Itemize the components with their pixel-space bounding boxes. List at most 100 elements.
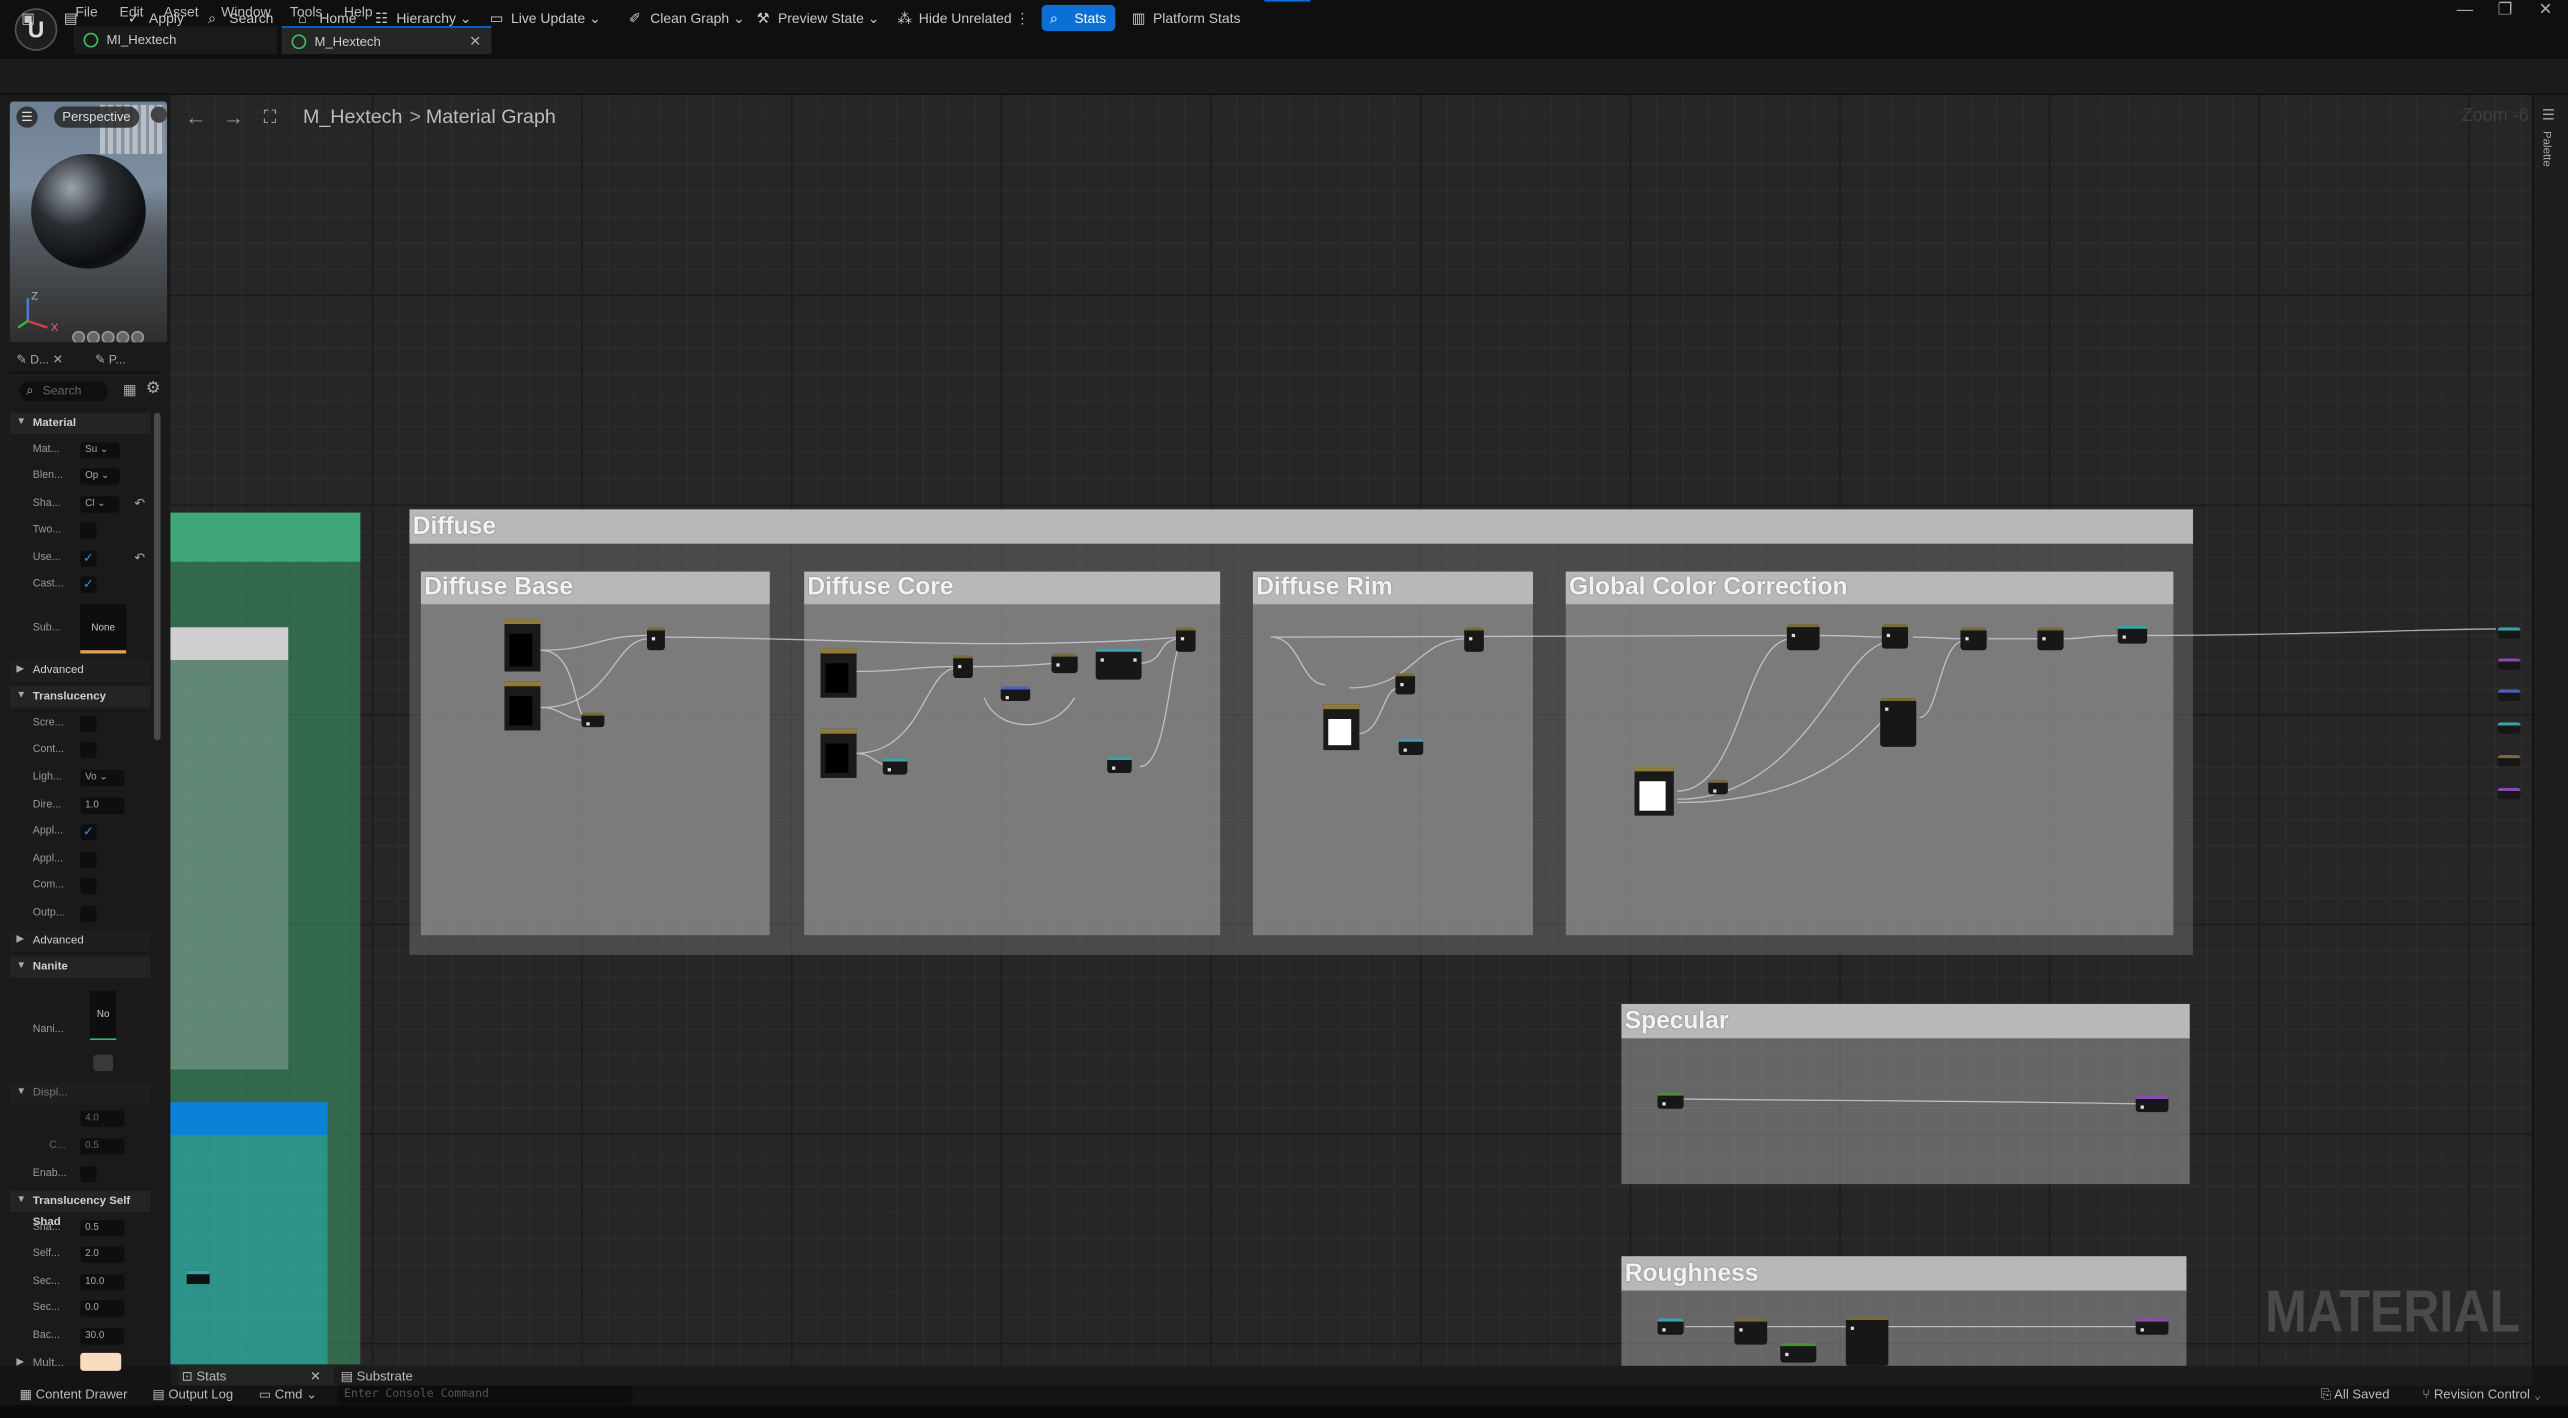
power-node[interactable] bbox=[1960, 627, 1987, 651]
section-nanite[interactable]: ▼ Nanite bbox=[9, 956, 151, 978]
directional-lighting-intensity-field[interactable]: 1.0 bbox=[80, 797, 125, 814]
tab-details[interactable]: ✎ D... ✕ bbox=[16, 349, 63, 370]
tab-parameters[interactable]: ✎ P... bbox=[95, 349, 126, 370]
platform-stats-button[interactable]: ▥ Platform Stats bbox=[1130, 5, 1241, 31]
texture-sample-node[interactable] bbox=[820, 648, 857, 698]
stats-close-icon[interactable]: ✕ bbox=[310, 1366, 321, 1387]
lerp-node[interactable] bbox=[2037, 627, 2064, 651]
enable-checkbox[interactable] bbox=[80, 1166, 97, 1183]
fresnel-node[interactable] bbox=[1395, 673, 1416, 695]
palette-tab[interactable]: Palette bbox=[2540, 131, 2551, 167]
hierarchy-dropdown[interactable]: ☷ Hierarchy ⌄ bbox=[373, 5, 471, 31]
cmd-dropdown[interactable]: ▭ Cmd ⌄ bbox=[259, 1386, 317, 1406]
reroute-node[interactable] bbox=[2497, 722, 2521, 734]
output-velocity-checkbox[interactable] bbox=[80, 905, 97, 923]
scalar-parameter-node[interactable] bbox=[1398, 738, 1424, 756]
reroute-node[interactable] bbox=[2497, 627, 2521, 639]
clamp-node[interactable] bbox=[1780, 1342, 1817, 1363]
viewport-options-icon[interactable] bbox=[150, 106, 168, 123]
color-swatch[interactable] bbox=[80, 1352, 122, 1371]
scalar-parameter-node[interactable] bbox=[1657, 1092, 1684, 1109]
subsurface-profile-thumbnail[interactable]: None bbox=[80, 604, 127, 654]
output-log-button[interactable]: ▤ Output Log bbox=[152, 1386, 233, 1406]
displacement-center-field[interactable]: 0.5 bbox=[80, 1138, 125, 1155]
live-update-dropdown[interactable]: ▭ Live Update ⌄ bbox=[488, 5, 601, 31]
screen-space-checkbox[interactable] bbox=[80, 715, 97, 733]
viewport-menu-icon[interactable]: ☰ bbox=[16, 106, 38, 128]
shape-sphere-icon[interactable] bbox=[86, 330, 100, 343]
browse-button[interactable]: ▤ bbox=[62, 5, 85, 31]
lighting-mode-dropdown[interactable]: Vo ⌄ bbox=[80, 769, 125, 787]
texture-sample-node[interactable] bbox=[820, 728, 857, 778]
shading-model-dropdown[interactable]: Cl ⌄ bbox=[80, 496, 120, 513]
all-saved-status[interactable]: ⎘ All Saved bbox=[2321, 1386, 2390, 1406]
reset-icon[interactable]: ↶ bbox=[134, 550, 145, 565]
lerp-node[interactable] bbox=[953, 655, 973, 679]
nanite-override-thumbnail[interactable]: No bbox=[90, 990, 117, 1041]
back-arrow-icon[interactable]: ← bbox=[185, 105, 206, 130]
secondary-shadow-field-1[interactable]: 10.0 bbox=[80, 1274, 125, 1291]
contact-shadows-checkbox[interactable] bbox=[80, 741, 97, 759]
home-button[interactable]: ⌂ Home bbox=[296, 5, 356, 31]
shadow-density-scale-field[interactable]: 0.5 bbox=[80, 1220, 125, 1237]
table-view-icon[interactable]: ▦ bbox=[123, 382, 137, 400]
console-input[interactable]: Enter Console Command bbox=[337, 1385, 633, 1404]
section-advanced[interactable]: ▶ Advanced bbox=[9, 660, 151, 682]
scalar-parameter-node[interactable] bbox=[1107, 756, 1132, 774]
named-reroute-node[interactable] bbox=[2135, 1318, 2169, 1335]
texture-sample-node[interactable] bbox=[504, 619, 541, 672]
close-window-button[interactable]: ✕ bbox=[2539, 2, 2553, 20]
reroute-node[interactable] bbox=[2497, 658, 2521, 670]
compute-fog-per-pixel-checkbox[interactable] bbox=[80, 877, 97, 895]
output-node[interactable] bbox=[2117, 625, 2148, 644]
multiply-node[interactable] bbox=[1734, 1318, 1768, 1345]
scalar-parameter-node[interactable] bbox=[882, 758, 908, 775]
constant-node[interactable] bbox=[1708, 779, 1728, 795]
viewport-shape-buttons[interactable] bbox=[72, 324, 165, 343]
displacement-magnitude-field[interactable]: 4.0 bbox=[80, 1110, 125, 1127]
self-shadow-density-field[interactable]: 2.0 bbox=[80, 1246, 125, 1263]
shape-cylinder-icon[interactable] bbox=[72, 330, 86, 343]
apply-fogging-checkbox[interactable]: ✓ bbox=[80, 823, 97, 841]
details-scrollbar[interactable] bbox=[153, 412, 161, 741]
minimize-button[interactable]: — bbox=[2457, 2, 2473, 20]
apply-button[interactable]: ✓ Apply bbox=[126, 5, 184, 31]
forward-arrow-icon[interactable]: → bbox=[223, 105, 244, 130]
texture-object-node[interactable] bbox=[1845, 1316, 1889, 1366]
add-node[interactable] bbox=[1464, 627, 1484, 652]
restore-button[interactable]: ❐ bbox=[2498, 2, 2513, 20]
function-node[interactable] bbox=[1095, 648, 1142, 680]
preview-state-dropdown[interactable]: ⚒ Preview State ⌄ bbox=[755, 5, 880, 31]
breadcrumb-asset[interactable]: M_Hextech bbox=[303, 105, 402, 128]
search-button[interactable]: ⌕ Search bbox=[206, 5, 273, 31]
color-parameter-node[interactable] bbox=[1880, 697, 1917, 747]
backscatter-field[interactable]: 30.0 bbox=[80, 1328, 125, 1345]
graph-hierarchy-icon[interactable]: ⛶ bbox=[264, 108, 277, 129]
tab-stats[interactable]: ⊡ Stats ✕ bbox=[178, 1365, 335, 1388]
section-displacement[interactable]: ▼ Displ... bbox=[9, 1082, 151, 1104]
revision-control-dropdown[interactable]: ⑂ Revision Control ⌄ bbox=[2422, 1386, 2541, 1406]
section-advanced-2[interactable]: ▶ Advanced bbox=[9, 930, 151, 952]
add-node[interactable] bbox=[1175, 627, 1196, 652]
two-sided-checkbox[interactable] bbox=[80, 522, 97, 539]
nanite-browse-icon[interactable] bbox=[93, 1054, 114, 1072]
parameter-node[interactable] bbox=[1000, 686, 1031, 701]
material-domain-dropdown[interactable]: Su ⌄ bbox=[80, 442, 120, 459]
multiply-node[interactable] bbox=[1881, 624, 1909, 649]
reroute-node[interactable] bbox=[2497, 689, 2521, 701]
content-drawer-button[interactable]: ▦ Content Drawer bbox=[20, 1386, 128, 1406]
cast-checkbox[interactable]: ✓ bbox=[80, 576, 97, 593]
named-reroute-node[interactable] bbox=[2135, 1095, 2169, 1113]
multiply-node[interactable] bbox=[1051, 653, 1078, 674]
clean-graph-dropdown[interactable]: ✐ Clean Graph ⌄ bbox=[627, 5, 745, 31]
shape-plane-icon[interactable] bbox=[101, 330, 115, 343]
settings-gear-icon[interactable]: ⚙ bbox=[146, 380, 161, 398]
section-material[interactable]: ▼ Material bbox=[9, 412, 151, 435]
multiply-node[interactable] bbox=[646, 627, 665, 651]
texture-sample-node[interactable] bbox=[1634, 766, 1674, 816]
details-close-icon[interactable]: ✕ bbox=[53, 352, 63, 367]
perspective-button[interactable]: Perspective bbox=[54, 106, 139, 128]
shape-cube-icon[interactable] bbox=[116, 330, 130, 343]
material-graph-canvas[interactable]: Diffuse Diffuse Base Diffuse Core Diffus… bbox=[170, 94, 2533, 1366]
shape-mesh-icon[interactable] bbox=[131, 330, 145, 343]
